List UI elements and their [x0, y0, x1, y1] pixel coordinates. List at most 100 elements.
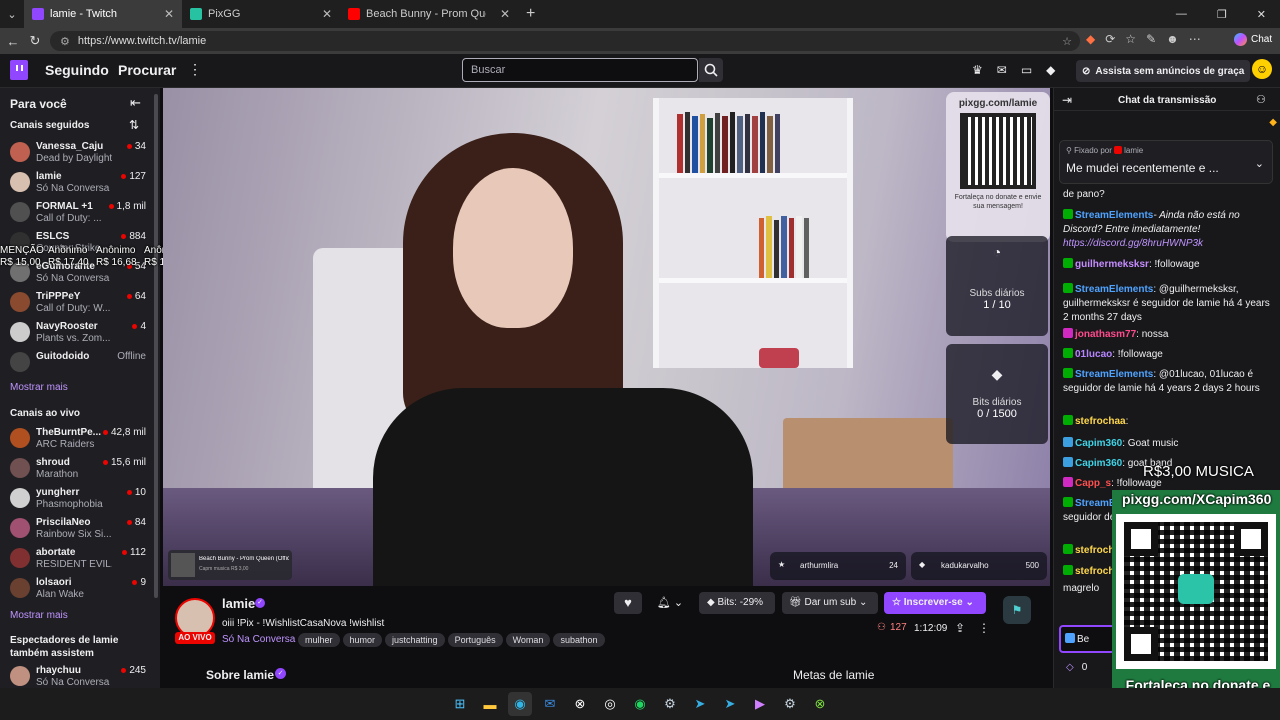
telegram-icon[interactable]: ➤: [688, 692, 712, 716]
bits-leaderboard-icon[interactable]: ◆: [1269, 117, 1277, 128]
category-link[interactable]: Só Na Conversa: [222, 634, 295, 645]
collapse-chat-icon[interactable]: ⇥: [1062, 93, 1072, 107]
channel-points[interactable]: ◇ 0: [1066, 662, 1087, 673]
whispers-icon[interactable]: ▭: [1021, 63, 1032, 77]
chat-username[interactable]: jonathasm77: [1075, 329, 1136, 340]
maximize-icon[interactable]: ❐: [1217, 8, 1227, 21]
chat-link[interactable]: https://discord.gg/8hruHWNP3k: [1063, 238, 1203, 249]
extension-icon[interactable]: ◆: [1086, 32, 1095, 46]
close-icon[interactable]: ✕: [164, 7, 174, 21]
windows-start-icon[interactable]: ⊞: [448, 692, 472, 716]
sidebar-channel[interactable]: yungherr Phasmophobia 10: [10, 484, 146, 514]
chat-username[interactable]: StreamElements: [1075, 369, 1153, 380]
tag[interactable]: Português: [447, 633, 503, 647]
chat-message[interactable]: guilhermeksksr: !followage: [1063, 258, 1275, 272]
chat-message[interactable]: stefrochaa:: [1063, 415, 1275, 429]
bits-button[interactable]: ◆ Bits: -29%: [699, 592, 775, 614]
twitch-logo-icon[interactable]: [10, 60, 28, 80]
tab-list-button[interactable]: ⌄: [0, 0, 24, 28]
chat-message[interactable]: Capim360: Goat music: [1063, 437, 1275, 451]
tag[interactable]: Woman: [505, 633, 551, 647]
crown-icon[interactable]: ♛: [972, 63, 983, 77]
gift-sub-button[interactable]: 🎁︎ Dar um sub ⌄: [782, 592, 878, 614]
chat-username[interactable]: Capim360: [1075, 438, 1122, 449]
turbo-button[interactable]: ⊘ Assista sem anúncios de graça: [1076, 60, 1251, 82]
user-avatar[interactable]: ☺: [1252, 59, 1272, 79]
sidebar-channel[interactable]: Guitodoido Offline: [10, 348, 146, 378]
community-icon[interactable]: ⚇: [1256, 93, 1266, 106]
profile-icon[interactable]: ☻: [1166, 32, 1179, 46]
collapse-sidebar-icon[interactable]: ⇤: [130, 95, 141, 111]
site-info-icon[interactable]: ⚙: [60, 35, 70, 48]
reload-icon[interactable]: ↻: [24, 33, 46, 49]
steam-icon[interactable]: ⚙: [658, 692, 682, 716]
sidebar-channel[interactable]: NavyRooster Plants vs. Zom... 4: [10, 318, 146, 348]
pinned-message[interactable]: ⚲ Fixado por lamie Me mudei recentemente…: [1059, 140, 1273, 184]
sidebar-channel[interactable]: PriscilaNeo Rainbow Six Si... 84: [10, 514, 146, 544]
bits-icon[interactable]: ◆: [1046, 63, 1055, 77]
show-more-live[interactable]: Mostrar mais: [10, 610, 68, 621]
edge-browser-icon[interactable]: ◉: [508, 692, 532, 716]
inbox-icon[interactable]: ✉: [997, 63, 1007, 77]
chat-message[interactable]: StreamElements- Ainda não está no Discor…: [1063, 209, 1275, 251]
tag[interactable]: justchatting: [385, 633, 445, 647]
show-more-followed[interactable]: Mostrar mais: [10, 382, 68, 393]
chat-username[interactable]: Capim360: [1075, 458, 1122, 469]
chat-message[interactable]: StreamElements: @01lucao, 01lucao é segu…: [1063, 368, 1275, 396]
channel-name[interactable]: lamie: [222, 596, 255, 611]
sidebar-channel[interactable]: TriPPPeY Call of Duty: W... 64: [10, 288, 146, 318]
more-dots-icon[interactable]: ⋮: [188, 61, 202, 78]
close-window-icon[interactable]: ✕: [1257, 8, 1266, 21]
minimize-icon[interactable]: —: [1176, 8, 1187, 20]
follow-heart-button[interactable]: ♥: [614, 592, 642, 614]
share-icon[interactable]: ⇪: [955, 621, 965, 635]
sidebar-channel[interactable]: TheBurntPe... ARC Raiders 42,8 mil: [10, 424, 146, 454]
video-player[interactable]: pixgg.com/lamie Fortaleça no donate e en…: [163, 88, 1050, 586]
spotify-icon[interactable]: ◉: [628, 692, 652, 716]
telegram-2-icon[interactable]: ➤: [718, 692, 742, 716]
chat-message[interactable]: de pano?: [1063, 188, 1275, 202]
chat-message[interactable]: 01lucao: !followage: [1063, 348, 1275, 362]
xbox-icon[interactable]: ⊗: [568, 692, 592, 716]
browser-tab[interactable]: Beach Bunny - Prom Queen (Offici ✕: [340, 0, 518, 28]
collections-icon[interactable]: ✎: [1146, 32, 1156, 46]
media-player-icon[interactable]: ▶: [748, 692, 772, 716]
tag[interactable]: mulher: [298, 633, 340, 647]
steam-2-icon[interactable]: ⚙: [778, 692, 802, 716]
refresh-extension-icon[interactable]: ⟳: [1105, 32, 1115, 46]
chat-username[interactable]: 01lucao: [1075, 349, 1112, 360]
sidebar-scrollbar[interactable]: [154, 94, 158, 598]
sidebar-channel[interactable]: lamie Só Na Conversa 127: [10, 168, 146, 198]
sidebar-channel[interactable]: rhaychuu Só Na Conversa 245: [10, 662, 146, 688]
obs-icon[interactable]: ◎: [598, 692, 622, 716]
chat-input[interactable]: Be: [1059, 625, 1115, 653]
close-icon[interactable]: ✕: [322, 7, 332, 21]
tag[interactable]: subathon: [553, 633, 605, 647]
new-tab-button[interactable]: +: [518, 0, 543, 28]
browser-tab[interactable]: lamie - Twitch ✕: [24, 0, 182, 28]
browser-tab[interactable]: PixGG ✕: [182, 0, 340, 28]
chat-username[interactable]: guilhermeksksr: [1075, 259, 1149, 270]
sort-icon[interactable]: ⇅: [129, 118, 139, 132]
xbox-2-icon[interactable]: ⊗: [808, 692, 832, 716]
copilot-chat-button[interactable]: Chat: [1234, 33, 1272, 46]
bookmark-star-icon[interactable]: ☆: [1062, 35, 1072, 48]
more-options-icon[interactable]: ⋮: [978, 621, 990, 635]
chat-username[interactable]: Capp_s: [1075, 478, 1111, 489]
subscribe-button[interactable]: ☆ Inscrever-se ⌄: [884, 592, 986, 614]
menu-dots-icon[interactable]: ⋯: [1189, 32, 1201, 46]
nav-browse[interactable]: Procurar: [118, 62, 176, 78]
chat-username[interactable]: StreamElements: [1075, 210, 1153, 221]
search-button[interactable]: [699, 58, 723, 82]
sidebar-channel[interactable]: lolsaori Alan Wake 9: [10, 574, 146, 604]
sidebar-channel[interactable]: FORMAL +1 Call of Duty: ... 1,8 mil: [10, 198, 146, 228]
tag[interactable]: humor: [342, 633, 383, 647]
chat-message[interactable]: jonathasm77: nossa: [1063, 328, 1275, 342]
search-input[interactable]: Buscar: [462, 58, 698, 82]
notifications-button[interactable]: 🔔︎ ⌄: [650, 592, 690, 614]
favorites-icon[interactable]: ☆: [1125, 32, 1136, 46]
sidebar-channel[interactable]: abortate RESIDENT EVIL... 112: [10, 544, 146, 574]
chat-username[interactable]: StreamElements: [1075, 284, 1153, 295]
sidebar-channel[interactable]: shroud Marathon 15,6 mil: [10, 454, 146, 484]
chevron-down-icon[interactable]: ⌄: [1255, 157, 1264, 170]
